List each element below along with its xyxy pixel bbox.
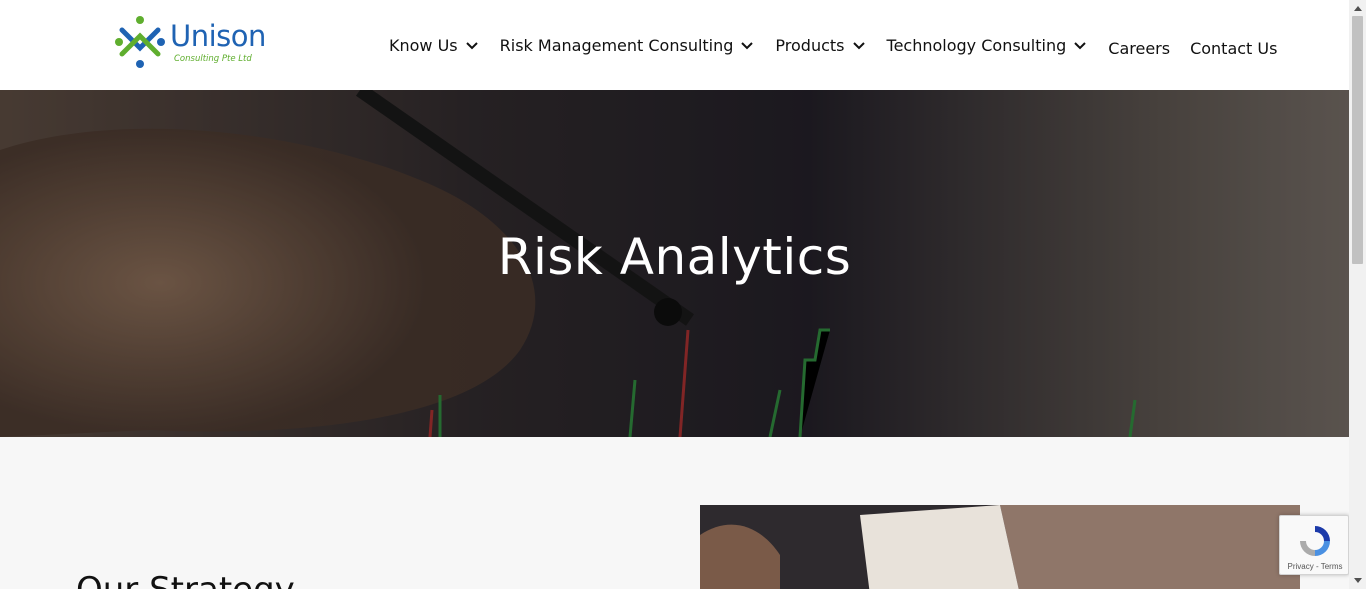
nav-item-contact-us[interactable]: Contact Us: [1190, 39, 1277, 58]
chevron-down-icon: [741, 42, 754, 50]
nav-item-risk-management-consulting[interactable]: Risk Management Consulting: [500, 36, 756, 55]
nav-item-label: Contact Us: [1190, 38, 1278, 58]
nav-item-label: Technology Consulting: [886, 35, 1067, 55]
nav-item-label: Careers: [1108, 38, 1171, 58]
scroll-up-arrow-icon[interactable]: [1349, 0, 1366, 16]
nav-item-technology-consulting[interactable]: Technology Consulting: [887, 36, 1089, 55]
brand-logo[interactable]: Unison Consulting Pte Ltd: [112, 14, 272, 72]
page-scrollbar[interactable]: [1349, 0, 1366, 589]
chevron-down-icon: [852, 42, 865, 50]
nav-item-careers[interactable]: Careers: [1108, 39, 1170, 58]
chevron-down-icon: [465, 42, 478, 50]
site-header: Unison Consulting Pte Ltd Know Us Risk M…: [0, 0, 1349, 90]
brand-tagline: Consulting Pte Ltd: [174, 54, 252, 64]
recaptcha-icon: [1300, 526, 1330, 556]
nav-item-label: Products: [775, 35, 845, 55]
nav-item-products[interactable]: Products: [775, 36, 866, 55]
scroll-down-arrow-icon[interactable]: [1349, 573, 1366, 589]
section-title: Our Strategy: [76, 570, 295, 589]
nav-item-label: Risk Management Consulting: [499, 35, 734, 55]
recaptcha-badge[interactable]: Privacy - Terms: [1279, 515, 1349, 575]
page: Unison Consulting Pte Ltd Know Us Risk M…: [0, 0, 1349, 589]
hero-banner: Risk Analytics: [0, 90, 1349, 437]
nav-item-label: Know Us: [389, 35, 458, 55]
chevron-down-icon: [1074, 42, 1086, 50]
nav-item-know-us[interactable]: Know Us: [389, 36, 480, 55]
content-section: Our Strategy: [0, 437, 1349, 589]
recaptcha-links[interactable]: Privacy - Terms: [1280, 562, 1349, 571]
logo-mark-icon: [115, 16, 165, 68]
page-title: Risk Analytics: [497, 228, 852, 286]
strategy-image: [700, 505, 1300, 589]
main-nav: Know Us Risk Management Consulting Produ…: [389, 0, 1277, 90]
scroll-thumb[interactable]: [1352, 16, 1363, 264]
brand-name: Unison: [170, 19, 266, 53]
